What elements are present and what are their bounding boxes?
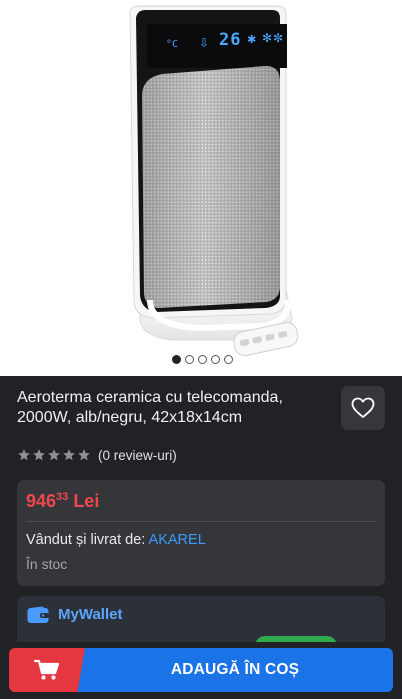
wallet-label: MyWallet — [58, 606, 123, 623]
product-gallery[interactable]: °C 26 ⇩ ✱ ✻ ✼ — [0, 0, 402, 376]
product-title: Aeroterma ceramica cu telecomanda, 2000W… — [17, 389, 283, 426]
gallery-dot[interactable] — [198, 355, 207, 364]
cart-icon — [34, 659, 60, 680]
add-to-cart-button[interactable]: ADAUGĂ ÎN COȘ — [9, 648, 393, 692]
price-integer: 946 — [26, 491, 57, 511]
seller-link[interactable]: AKAREL — [149, 532, 206, 548]
rating-stars — [17, 448, 91, 462]
cart-icon-box — [9, 648, 85, 692]
star-icon — [48, 449, 60, 461]
gallery-pagination — [172, 355, 233, 364]
gallery-dot[interactable] — [211, 355, 220, 364]
divider — [26, 521, 376, 522]
favorite-button[interactable] — [341, 386, 385, 430]
gallery-dot[interactable] — [185, 355, 194, 364]
heat-level-icon: ⇩ — [199, 36, 210, 50]
snowflake-icon: ✻ — [262, 31, 273, 45]
fan-icon: ✱ — [247, 34, 257, 46]
gallery-dot[interactable] — [172, 355, 181, 364]
seller-info: Vândut și livrat de: AKAREL — [26, 532, 206, 548]
star-icon — [63, 449, 75, 461]
display-unit: °C — [166, 39, 179, 50]
price-currency: Lei — [73, 491, 100, 511]
gallery-dot[interactable] — [224, 355, 233, 364]
wallet-icon — [27, 606, 49, 623]
price-card: 94633 Lei Vândut și livrat de: AKAREL În… — [17, 480, 385, 586]
stock-status: În stoc — [26, 556, 68, 572]
star-icon — [78, 449, 90, 461]
product-price: 94633 Lei — [26, 491, 99, 512]
display-temperature: 26 — [219, 30, 242, 50]
product-image — [129, 5, 299, 357]
heart-icon — [351, 397, 375, 418]
star-icon — [33, 449, 45, 461]
price-decimals: 33 — [56, 491, 69, 503]
rating-row[interactable]: (0 review-uri) — [17, 446, 177, 464]
star-icon — [18, 449, 30, 461]
snowflake-small-icon: ✼ — [273, 31, 284, 45]
reviews-link[interactable]: (0 review-uri) — [98, 448, 177, 463]
seller-prefix: Vândut și livrat de: — [26, 532, 146, 548]
add-to-cart-label: ADAUGĂ ÎN COȘ — [77, 648, 393, 692]
